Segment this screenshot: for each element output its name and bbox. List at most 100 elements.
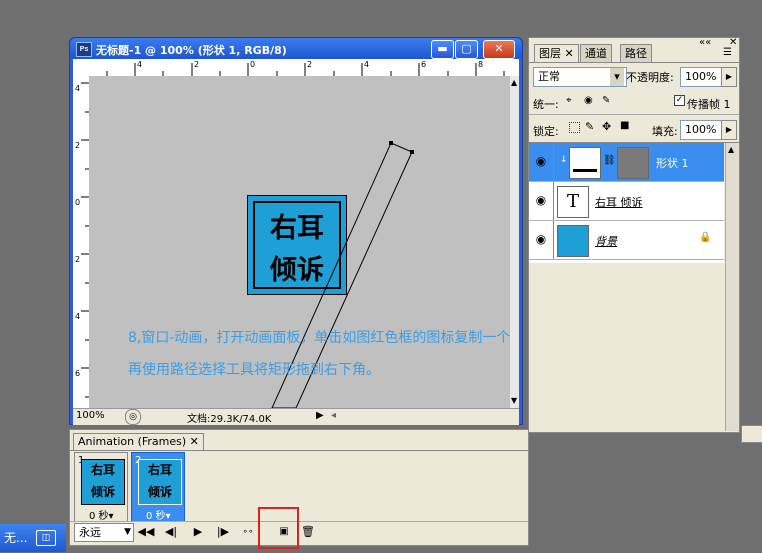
text-layer-icon[interactable]: T (557, 186, 589, 218)
panel-menu-icon[interactable]: ☰ (723, 47, 732, 58)
previous-frame-icon[interactable]: ◀| (162, 523, 180, 541)
layer-thumb-background[interactable] (557, 225, 589, 257)
panel-collapse-icon[interactable]: «« (699, 37, 711, 48)
maximize-button[interactable]: ▢ (455, 40, 478, 59)
opacity-input[interactable]: 100% (680, 67, 722, 87)
lock-icon: 🔒 (699, 232, 712, 243)
chevron-down-icon[interactable]: ▾ (610, 68, 624, 86)
first-frame-icon[interactable]: ◀◀ (136, 523, 156, 541)
fill-input[interactable]: 100% (680, 120, 722, 140)
divider (553, 143, 554, 181)
horizontal-ruler[interactable]: 4 2 0 2 4 6 8 (73, 59, 519, 77)
animation-tab-label: Animation (Frames) (78, 435, 187, 448)
highlight-box (258, 507, 299, 549)
play-icon[interactable]: ▶ (190, 523, 206, 541)
document-window[interactable]: Ps 无标题-1 @ 100% (形状 1, RGB/8) ▬ ▢ ✕ 4 2 … (69, 37, 523, 425)
unify-visibility-icon[interactable]: ◉ (584, 95, 593, 106)
tab-layers[interactable]: 图层 ✕ (534, 44, 579, 62)
lock-move-icon[interactable]: ✥ (602, 120, 611, 133)
eye-icon[interactable]: ◉ (533, 192, 549, 208)
tab-close-icon[interactable]: ✕ (190, 435, 199, 448)
collapsed-panel-edge[interactable] (741, 425, 762, 443)
taskbar-item[interactable]: 无... ◫ (0, 524, 66, 552)
path-anchor-point[interactable] (389, 141, 393, 145)
layer-list[interactable]: ◉ ↓ ⛓ 形状 1 ◉ T 右耳 倾诉 ◉ 背景 🔒 (529, 143, 724, 263)
propagate-checkbox[interactable]: ✓ (674, 95, 685, 106)
divider (553, 221, 554, 259)
animation-frame-2[interactable]: 2 右耳 倾诉 0 秒▾ (131, 452, 185, 522)
animation-panel[interactable]: Animation (Frames) ✕ 1 右耳 倾诉 0 秒▾ 2 右耳 倾… (69, 429, 529, 546)
next-frame-icon[interactable]: |▶ (214, 523, 232, 541)
blend-mode-select[interactable]: 正常 ▾ (533, 67, 627, 87)
layer-name[interactable]: 形状 1 (656, 155, 689, 171)
link-chain-icon[interactable]: ⛓ (603, 155, 616, 166)
layer-thumb-fill[interactable] (569, 147, 601, 179)
zoom-field[interactable]: 100% (76, 410, 105, 421)
lock-brush-icon[interactable]: ✎ (585, 120, 594, 133)
zoom-icon[interactable]: ◎ (125, 409, 141, 425)
trash-icon[interactable]: 🗑 (300, 523, 316, 541)
unify-label: 统一: (533, 98, 559, 111)
status-menu-arrow-icon[interactable]: ▶ (316, 410, 324, 421)
frame-delay[interactable]: 0 秒▾ (146, 507, 171, 522)
document-title-bar[interactable]: Ps 无标题-1 @ 100% (形状 1, RGB/8) ▬ ▢ ✕ (70, 38, 522, 59)
layers-panel[interactable]: «« ✕ 图层 ✕ 通道 路径 ☰ 正常 ▾ 不透明度: 100% ▶ 统一: … (528, 37, 740, 433)
layer-name[interactable]: 背景 (595, 233, 617, 249)
scroll-down-arrow-icon[interactable]: ▼ (511, 396, 517, 405)
scroll-up-arrow-icon[interactable]: ▲ (511, 78, 517, 87)
close-button[interactable]: ✕ (483, 40, 515, 59)
unify-position-icon[interactable]: ⌖ (566, 95, 572, 106)
tab-divider (529, 62, 739, 63)
scroll-up-arrow-icon[interactable]: ▲ (728, 145, 734, 154)
opacity-slider-arrow-icon[interactable]: ▶ (721, 67, 737, 87)
propagate-label: 传播帧 1 (687, 98, 731, 111)
vertical-ruler[interactable]: 4 2 0 2 4 6 (73, 76, 90, 408)
lock-transparency-icon[interactable] (569, 122, 580, 133)
text-layer-symbol: T (566, 191, 579, 212)
ruler-left-ticks (81, 82, 89, 398)
minimize-button[interactable]: ▬ (431, 40, 454, 59)
layer-row-background[interactable]: ◉ 背景 🔒 (529, 221, 724, 260)
restore-icon[interactable]: ◫ (36, 530, 56, 546)
frame-thumb-line1: 右耳 (147, 463, 172, 477)
frame-thumb-line2: 倾诉 (147, 485, 172, 499)
loop-select[interactable]: 永远 ▼ (74, 523, 134, 542)
layer-thumb-vector-mask[interactable] (617, 147, 649, 179)
document-status-bar: 100% ◎ 文档:29.3K/74.0K ▶ ◂ (73, 408, 519, 425)
tab-paths-label: 路径 (625, 47, 647, 60)
lock-all-icon[interactable]: ■ (620, 120, 629, 131)
eye-icon[interactable]: ◉ (533, 231, 549, 247)
opacity-label: 不透明度: (626, 71, 674, 84)
photoshop-doc-icon: Ps (76, 42, 92, 57)
document-canvas[interactable]: 右耳 倾诉 8,窗口-动画，打开动画面板，单击如图红色框的图标复制一个 再使用路… (89, 76, 512, 408)
blend-mode-value: 正常 (538, 70, 560, 83)
fill-value: 100% (685, 123, 717, 136)
vertical-scrollbar[interactable]: ▲ ▼ (510, 76, 519, 408)
frame-thumbnail: 右耳 倾诉 (138, 459, 182, 505)
frame-delay[interactable]: 0 秒▾ (89, 507, 114, 522)
layer-name[interactable]: 右耳 倾诉 (595, 194, 643, 210)
chevron-down-icon[interactable]: ▼ (124, 524, 131, 541)
tween-icon[interactable]: ∘∘ (240, 523, 256, 541)
instruction-line2: 再使用路径选择工具将矩形拖到右下角。 (128, 362, 380, 378)
loop-value: 永远 (79, 526, 101, 539)
clip-arrow-icon: ↓ (560, 155, 568, 165)
layer-row-text[interactable]: ◉ T 右耳 倾诉 (529, 182, 724, 221)
tab-layers-label: 图层 (539, 47, 561, 60)
tab-paths[interactable]: 路径 (620, 44, 652, 62)
scroll-left-arrow-icon[interactable]: ◂ (331, 410, 336, 421)
opacity-value: 100% (685, 70, 717, 83)
tab-channels[interactable]: 通道 (580, 44, 612, 62)
divider (70, 450, 528, 451)
lock-label: 锁定: (533, 125, 559, 138)
unify-style-icon[interactable]: ✎ (602, 95, 610, 106)
fill-slider-arrow-icon[interactable]: ▶ (721, 120, 737, 140)
path-anchor-point[interactable] (410, 150, 414, 154)
tab-animation-frames[interactable]: Animation (Frames) ✕ (73, 433, 204, 450)
divider (529, 114, 739, 115)
ruler-ticks (106, 63, 505, 76)
eye-icon[interactable]: ◉ (533, 153, 549, 169)
layer-row-shape1[interactable]: ◉ ↓ ⛓ 形状 1 (529, 143, 724, 182)
layers-scrollbar[interactable]: ▲ (725, 143, 739, 431)
animation-frame-1[interactable]: 1 右耳 倾诉 0 秒▾ (74, 452, 128, 522)
